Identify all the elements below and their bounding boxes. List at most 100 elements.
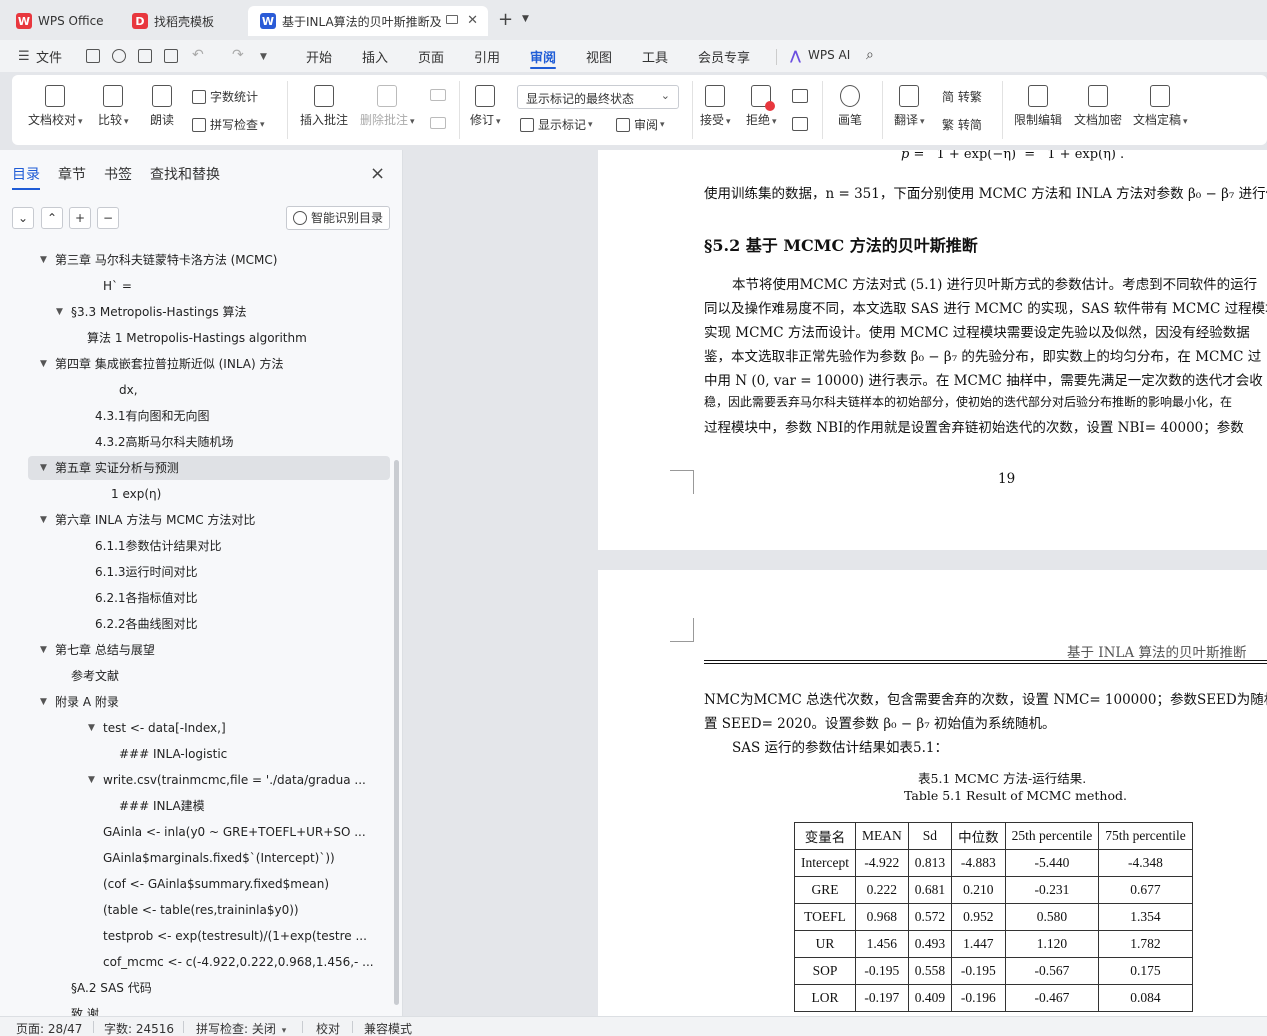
doc-check-button[interactable]: 文档校对 ▾ bbox=[28, 85, 83, 128]
link-icon[interactable] bbox=[112, 49, 126, 63]
tab-document[interactable]: W 基于INLA算法的贝叶斯推断及 ✕ bbox=[248, 6, 488, 36]
toc-item[interactable]: ▼ 第七章 总结与展望 bbox=[0, 638, 390, 662]
menu-home[interactable]: 开始 bbox=[306, 47, 332, 66]
redo-icon[interactable]: ↷ bbox=[232, 47, 244, 63]
smart-toc-button[interactable]: 智能识别目录 bbox=[286, 206, 390, 230]
toc-item[interactable]: ▼ 第四章 集成嵌套拉普拉斯近似 (INLA) 方法 bbox=[0, 352, 390, 376]
toc-item[interactable]: (cof <- GAinla$summary.fixed$mean) bbox=[0, 872, 390, 896]
review-pane-button[interactable]: 审阅 ▾ bbox=[616, 116, 665, 133]
expand-down-button[interactable]: ⌄ bbox=[12, 207, 34, 229]
save-icon[interactable] bbox=[86, 49, 100, 63]
doc-finalize-button[interactable]: 文档定稿 ▾ bbox=[1133, 85, 1188, 128]
expand-triangle-icon[interactable]: ▼ bbox=[40, 248, 47, 272]
undo-icon[interactable]: ↶ bbox=[192, 47, 204, 63]
menu-insert[interactable]: 插入 bbox=[362, 47, 388, 66]
menu-view[interactable]: 视图 bbox=[586, 47, 612, 66]
toc-scrollbar[interactable] bbox=[394, 460, 399, 1005]
search-icon[interactable]: ⌕ bbox=[866, 47, 874, 63]
reject-button[interactable]: 拒绝 ▾ bbox=[746, 85, 777, 128]
markup-mode-select[interactable]: 显示标记的最终状态 ⌄ bbox=[517, 85, 679, 109]
monitor-icon[interactable] bbox=[446, 15, 458, 24]
toc-item[interactable]: GAinla$marginals.fixed$`(Intercept)`)) bbox=[0, 846, 390, 870]
print-icon[interactable] bbox=[138, 49, 152, 63]
toc-item[interactable]: 6.1.1参数估计结果对比 bbox=[0, 534, 390, 558]
toc-item[interactable]: 算法 1 Metropolis-Hastings algorithm bbox=[0, 326, 390, 350]
word-count-button[interactable]: 字数统计 bbox=[192, 88, 258, 105]
quick-access-chevron-icon[interactable]: ▼ bbox=[260, 52, 267, 62]
accept-button[interactable]: 接受 ▾ bbox=[700, 85, 731, 128]
toc-item[interactable]: 4.3.1有向图和无向图 bbox=[0, 404, 390, 428]
to-simplified-button[interactable]: 繁 转简 bbox=[942, 116, 982, 133]
close-panel-icon[interactable]: × bbox=[370, 163, 385, 184]
spell-check-button[interactable]: 拼写检查 ▾ bbox=[192, 116, 265, 133]
toc-item[interactable]: 6.2.2各曲线图对比 bbox=[0, 612, 390, 636]
read-aloud-button[interactable]: 朗读 bbox=[150, 85, 174, 128]
expand-triangle-icon[interactable]: ▼ bbox=[40, 690, 47, 714]
to-traditional-button[interactable]: 简 转繁 bbox=[942, 88, 982, 105]
spell-check-indicator[interactable]: 拼写检查: 关闭 ▾ bbox=[196, 1020, 286, 1036]
restrict-edit-button[interactable]: 限制编辑 bbox=[1014, 85, 1062, 128]
document-canvas[interactable]: p = 1 + exp(−η) = 1 + exp(η). 使用训练集的数据，n… bbox=[404, 150, 1267, 1016]
menu-review[interactable]: 审阅 bbox=[530, 47, 557, 69]
insert-comment-button[interactable]: 插入批注 bbox=[300, 85, 348, 128]
menu-page[interactable]: 页面 bbox=[418, 47, 444, 66]
menu-references[interactable]: 引用 bbox=[474, 47, 500, 66]
remove-heading-button[interactable]: − bbox=[97, 207, 119, 229]
toc-item[interactable]: ▼ §3.3 Metropolis-Hastings 算法 bbox=[0, 300, 390, 324]
tab-chapters[interactable]: 章节 bbox=[58, 164, 86, 184]
translate-button[interactable]: 翻译 ▾ bbox=[894, 85, 925, 128]
toc-item[interactable]: dx, bbox=[0, 378, 390, 402]
toc-item[interactable]: ### INLA-logistic bbox=[0, 742, 390, 766]
word-count-indicator[interactable]: 字数: 24516 bbox=[104, 1020, 174, 1036]
tab-wps-office[interactable]: W WPS Office bbox=[4, 6, 116, 36]
doc-encrypt-button[interactable]: 文档加密 bbox=[1074, 85, 1122, 128]
tab-find-replace[interactable]: 查找和替换 bbox=[150, 164, 220, 184]
close-tab-icon[interactable]: ✕ bbox=[467, 13, 478, 28]
next-change-icon[interactable] bbox=[792, 117, 808, 131]
toc-item[interactable]: 参考文献 bbox=[0, 664, 390, 688]
print-preview-icon[interactable] bbox=[164, 49, 178, 63]
toc-item[interactable]: (table <- table(res,traininla$y0)) bbox=[0, 898, 390, 922]
collapse-up-button[interactable]: ⌃ bbox=[41, 207, 63, 229]
menu-wps-ai[interactable]: WPS AI bbox=[808, 48, 850, 62]
proof-indicator[interactable]: 校对 bbox=[316, 1020, 340, 1036]
toc-item[interactable]: ▼ test <- data[-Index,] bbox=[0, 716, 390, 740]
toc-item[interactable]: 6.1.3运行时间对比 bbox=[0, 560, 390, 584]
toc-item[interactable]: testprob <- exp(testresult)/(1+exp(testr… bbox=[0, 924, 390, 948]
next-comment-icon[interactable] bbox=[430, 117, 446, 129]
delete-comment-button[interactable]: 删除批注 ▾ bbox=[360, 85, 415, 128]
toc-item[interactable]: §A.2 SAS 代码 bbox=[0, 976, 390, 1000]
toc-item[interactable]: ▼ 附录 A 附录 bbox=[0, 690, 390, 714]
toc-item[interactable]: 4.3.2高斯马尔科夫随机场 bbox=[0, 430, 390, 454]
menu-file[interactable]: 文件 bbox=[36, 47, 62, 66]
toc-item[interactable]: 致 谢 bbox=[0, 1002, 390, 1016]
toc-item[interactable]: 1 exp(η) bbox=[0, 482, 390, 506]
expand-triangle-icon[interactable]: ▼ bbox=[40, 638, 47, 662]
page-indicator[interactable]: 页面: 28/47 bbox=[16, 1020, 82, 1036]
toc-item[interactable]: cof_mcmc <- c(-4.922,0.222,0.968,1.456,-… bbox=[0, 950, 390, 974]
toc-item[interactable]: ▼ 第五章 实证分析与预测 bbox=[28, 456, 390, 480]
tab-toc[interactable]: 目录 bbox=[12, 164, 40, 190]
show-markup-button[interactable]: 显示标记 ▾ bbox=[520, 116, 593, 133]
expand-triangle-icon[interactable]: ▼ bbox=[40, 456, 47, 480]
tab-template[interactable]: D 找稻壳模板 bbox=[120, 6, 244, 36]
toc-item[interactable]: ▼ 第六章 INLA 方法与 MCMC 方法对比 bbox=[0, 508, 390, 532]
toc-item[interactable]: GAinla <- inla(y0 ~ GRE+TOEFL+UR+SO ... bbox=[0, 820, 390, 844]
toc-item[interactable]: ▼ write.csv(trainmcmc,file = './data/grad… bbox=[0, 768, 390, 792]
toc-item[interactable]: ### INLA建模 bbox=[0, 794, 390, 818]
expand-triangle-icon[interactable]: ▼ bbox=[40, 352, 47, 376]
expand-triangle-icon[interactable]: ▼ bbox=[40, 508, 47, 532]
expand-triangle-icon[interactable]: ▼ bbox=[88, 716, 95, 740]
toc-item[interactable]: ▼ 第三章 马尔科夫链蒙特卡洛方法 (MCMC) bbox=[0, 248, 390, 272]
ink-button[interactable]: 画笔 bbox=[838, 85, 862, 128]
previous-comment-icon[interactable] bbox=[430, 89, 446, 101]
tab-bookmarks[interactable]: 书签 bbox=[104, 164, 132, 184]
add-heading-button[interactable]: + bbox=[69, 207, 91, 229]
expand-triangle-icon[interactable]: ▼ bbox=[56, 300, 63, 324]
toc-item[interactable]: H` = bbox=[0, 274, 390, 298]
expand-triangle-icon[interactable]: ▼ bbox=[88, 768, 95, 792]
previous-change-icon[interactable] bbox=[792, 89, 808, 103]
tab-list-chevron-icon[interactable]: ▼ bbox=[522, 14, 529, 24]
new-tab-icon[interactable]: + bbox=[498, 9, 513, 30]
menu-membership[interactable]: 会员专享 bbox=[698, 47, 750, 66]
